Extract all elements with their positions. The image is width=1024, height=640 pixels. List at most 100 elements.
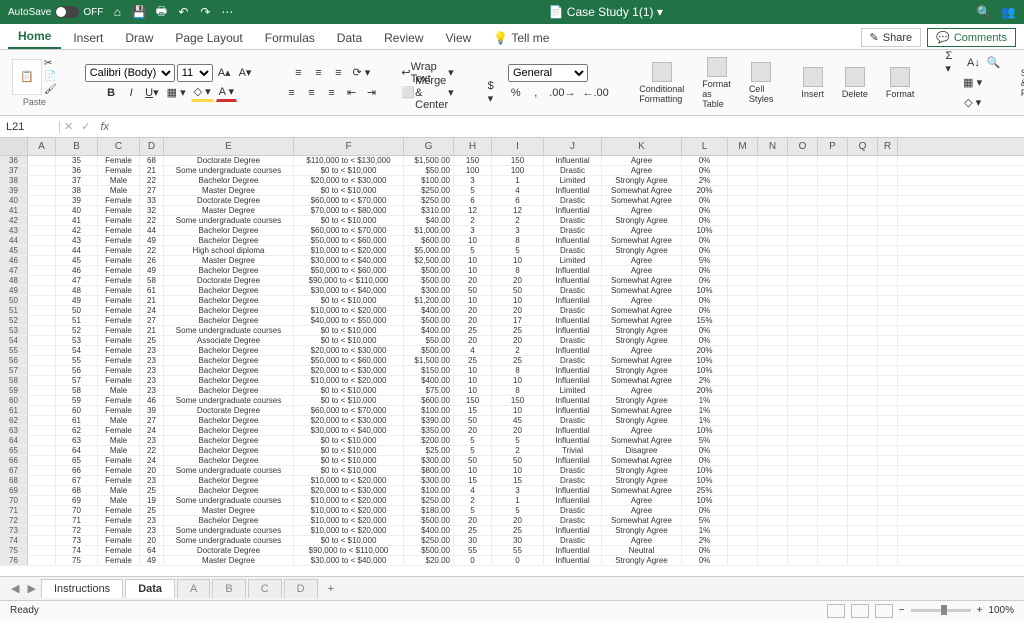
row-header[interactable]: 46 (0, 256, 28, 265)
cell[interactable] (788, 306, 818, 315)
table-row[interactable]: 3938Male27Master Degree$0 to < $10,000$2… (0, 186, 1024, 196)
cell[interactable]: Limited (544, 256, 602, 265)
select-all-corner[interactable] (0, 138, 28, 155)
cell[interactable]: 5 (454, 446, 492, 455)
cell[interactable]: Drastic (544, 216, 602, 225)
cell[interactable]: 23 (140, 476, 164, 485)
cell[interactable]: 20 (492, 276, 544, 285)
cell[interactable]: Male (98, 416, 140, 425)
cell[interactable]: 23 (140, 386, 164, 395)
comma-icon[interactable]: , (527, 84, 545, 102)
cell[interactable]: 0% (682, 156, 728, 165)
row-header[interactable]: 75 (0, 546, 28, 555)
cell[interactable]: 53 (56, 336, 98, 345)
cell[interactable]: Influential (544, 186, 602, 195)
cell[interactable] (758, 316, 788, 325)
cell[interactable] (28, 436, 56, 445)
font-size-select[interactable]: 11 (177, 64, 213, 82)
cell[interactable]: Influential (544, 316, 602, 325)
cell[interactable] (728, 446, 758, 455)
cell[interactable]: Agree (602, 386, 682, 395)
cell[interactable] (878, 446, 898, 455)
cell[interactable] (28, 466, 56, 475)
cell[interactable] (788, 286, 818, 295)
row-header[interactable]: 39 (0, 186, 28, 195)
cell[interactable]: Female (98, 306, 140, 315)
cell[interactable] (758, 196, 788, 205)
cell[interactable]: 0% (682, 206, 728, 215)
table-row[interactable]: 5352Female21Some undergraduate courses$0… (0, 326, 1024, 336)
row-header[interactable]: 73 (0, 526, 28, 535)
cell[interactable]: 20 (454, 426, 492, 435)
cell[interactable]: 42 (56, 226, 98, 235)
cell[interactable]: 3 (492, 226, 544, 235)
cell[interactable]: 27 (140, 186, 164, 195)
cell[interactable] (818, 446, 848, 455)
cell[interactable] (758, 186, 788, 195)
table-row[interactable]: 3837Male22Bachelor Degree$20,000 to < $3… (0, 176, 1024, 186)
cell[interactable]: 10 (454, 256, 492, 265)
cell[interactable] (788, 256, 818, 265)
cell[interactable]: Strongly Agree (602, 466, 682, 475)
cell[interactable]: 20 (140, 466, 164, 475)
cell[interactable]: 0% (682, 556, 728, 565)
cell[interactable]: 23 (140, 526, 164, 535)
cell[interactable]: Bachelor Degree (164, 386, 294, 395)
cell[interactable]: 61 (140, 286, 164, 295)
cell[interactable]: Some undergraduate courses (164, 166, 294, 175)
cell[interactable]: 23 (140, 516, 164, 525)
cell[interactable]: 5% (682, 436, 728, 445)
cell[interactable]: Bachelor Degree (164, 316, 294, 325)
cell[interactable]: Drastic (544, 416, 602, 425)
cell[interactable] (758, 456, 788, 465)
row-header[interactable]: 51 (0, 306, 28, 315)
cell[interactable]: 8 (492, 236, 544, 245)
cell[interactable] (848, 526, 878, 535)
cell[interactable] (28, 446, 56, 455)
cell[interactable] (878, 156, 898, 165)
cell[interactable]: Bachelor Degree (164, 426, 294, 435)
cell[interactable]: Bachelor Degree (164, 516, 294, 525)
cell[interactable]: 62 (56, 426, 98, 435)
cell[interactable]: Bachelor Degree (164, 226, 294, 235)
cell[interactable] (848, 346, 878, 355)
cell[interactable] (728, 326, 758, 335)
cell[interactable] (728, 436, 758, 445)
col-header-J[interactable]: J (544, 138, 602, 155)
fx-label[interactable]: fx (94, 121, 115, 133)
cell[interactable]: 49 (140, 266, 164, 275)
cell[interactable] (848, 366, 878, 375)
cell[interactable] (848, 166, 878, 175)
cell[interactable]: 56 (56, 366, 98, 375)
tab-insert[interactable]: Insert (63, 27, 113, 49)
cell[interactable]: $30,000 to < $40,000 (294, 556, 404, 565)
cell[interactable] (788, 206, 818, 215)
cell[interactable]: 19 (140, 496, 164, 505)
cell[interactable]: $10,000 to < $20,000 (294, 506, 404, 515)
align-center-icon[interactable]: ≡ (302, 84, 320, 102)
cell[interactable] (848, 436, 878, 445)
zoom-in-icon[interactable]: + (977, 605, 983, 616)
cell[interactable] (728, 406, 758, 415)
cell[interactable]: 100 (492, 166, 544, 175)
cell[interactable] (728, 346, 758, 355)
cell[interactable] (788, 246, 818, 255)
copy-icon[interactable]: 📄 (44, 71, 57, 82)
cell[interactable]: $0 to < $10,000 (294, 326, 404, 335)
cell[interactable]: 0% (682, 166, 728, 175)
cell[interactable] (28, 176, 56, 185)
cell[interactable]: Male (98, 186, 140, 195)
cell[interactable]: Influential (544, 326, 602, 335)
format-button[interactable]: Format (882, 65, 919, 101)
cell[interactable]: Disagree (602, 446, 682, 455)
sheet-tab-c[interactable]: C (248, 579, 282, 598)
cell[interactable]: Female (98, 206, 140, 215)
table-row[interactable]: 4342Female44Bachelor Degree$60,000 to < … (0, 226, 1024, 236)
cell[interactable]: $400.00 (404, 526, 454, 535)
find-icon[interactable]: 🔍 (984, 54, 1003, 72)
cell[interactable] (758, 156, 788, 165)
cell[interactable]: 5 (454, 436, 492, 445)
cell[interactable]: $0 to < $10,000 (294, 336, 404, 345)
cell[interactable] (848, 506, 878, 515)
cell[interactable]: 15 (492, 476, 544, 485)
